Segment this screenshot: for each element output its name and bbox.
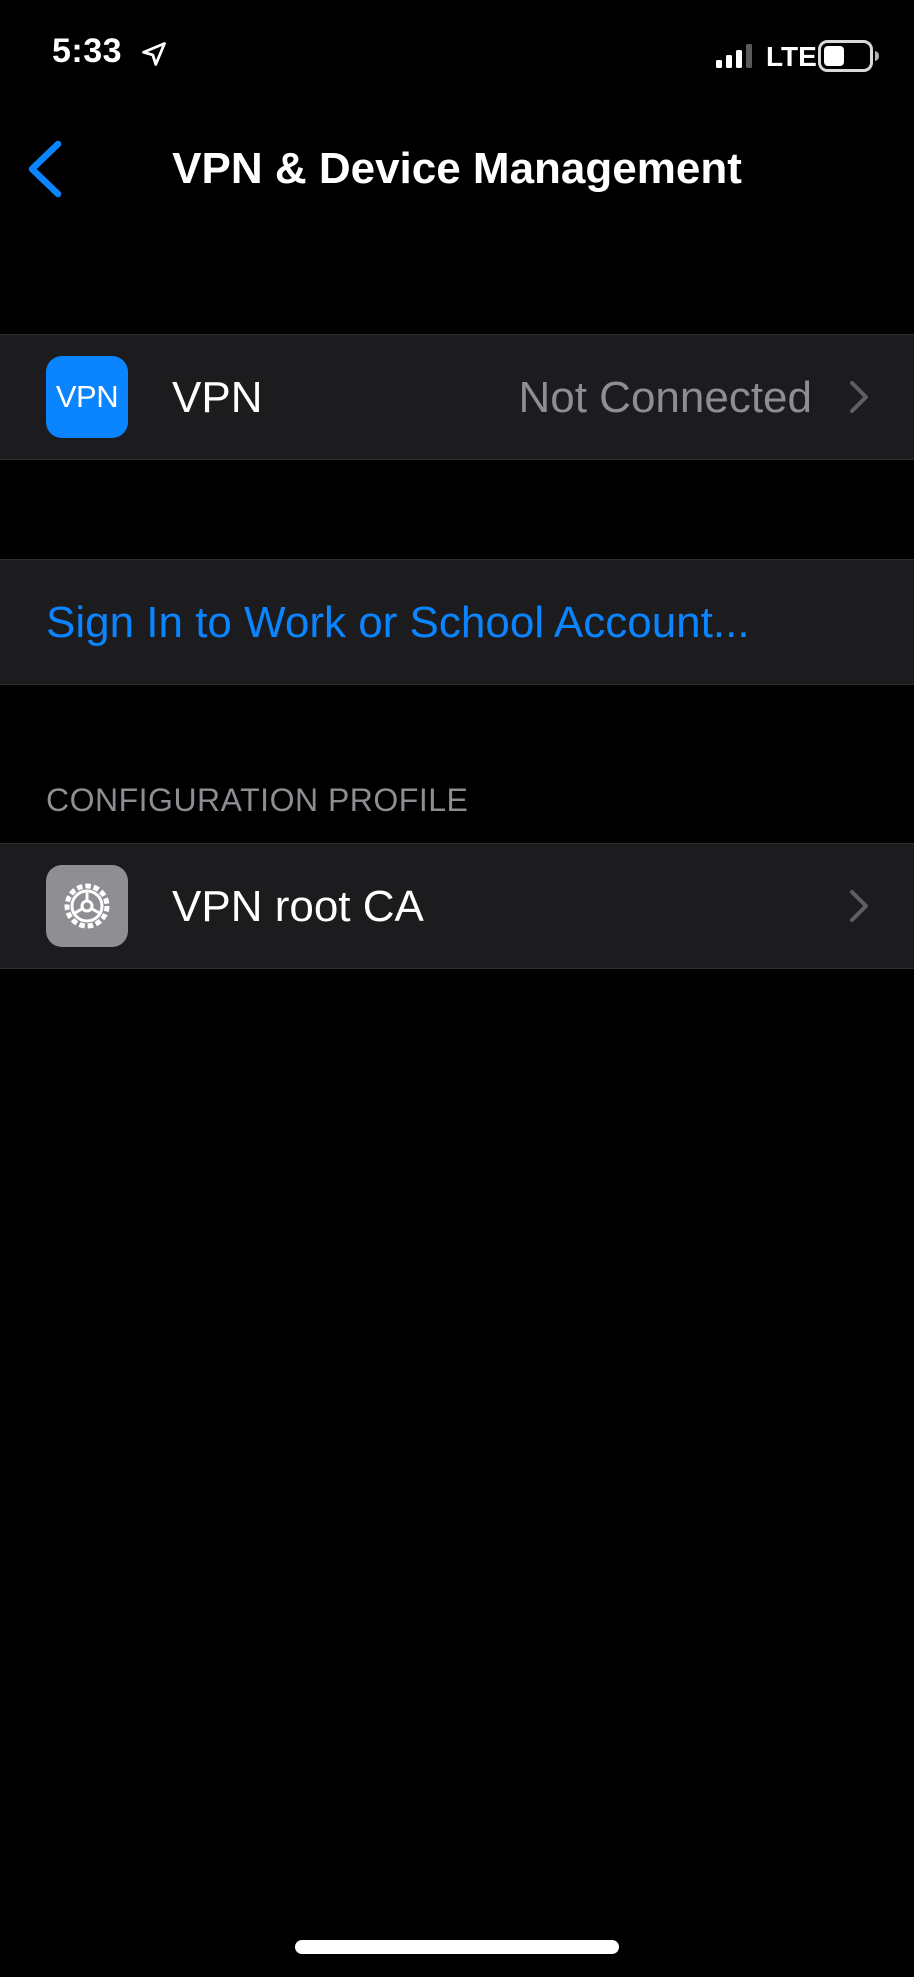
signal-bars-icon: [716, 44, 752, 68]
vpn-row[interactable]: VPN VPN Not Connected: [0, 335, 914, 459]
configuration-profile-group: VPN root CA: [0, 843, 914, 969]
page-title: VPN & Device Management: [172, 144, 742, 193]
profile-row-label: VPN root CA: [172, 882, 424, 931]
profile-row[interactable]: VPN root CA: [0, 844, 914, 968]
configuration-profile-header: CONFIGURATION PROFILE: [46, 782, 469, 818]
battery-icon: [818, 40, 879, 72]
vpn-status-value: Not Connected: [518, 373, 812, 422]
settings-gear-icon: [64, 883, 110, 929]
sign-in-account-row[interactable]: Sign In to Work or School Account...: [0, 560, 914, 684]
location-arrow-icon: [142, 42, 166, 66]
status-bar: 5:33 LTE: [0, 0, 914, 110]
vpn-app-icon: VPN: [46, 356, 128, 438]
chevron-right-icon: [850, 381, 868, 413]
status-time: 5:33: [52, 32, 123, 70]
chevron-right-icon: [850, 890, 868, 922]
account-group: Sign In to Work or School Account...: [0, 559, 914, 685]
navigation-bar: VPN & Device Management: [0, 110, 914, 230]
settings-app-icon: [46, 865, 128, 947]
home-indicator[interactable]: [295, 1940, 619, 1954]
vpn-row-label: VPN: [172, 373, 263, 422]
vpn-icon-text: VPN: [55, 379, 119, 414]
vpn-group: VPN VPN Not Connected: [0, 334, 914, 460]
sign-in-account-link[interactable]: Sign In to Work or School Account...: [46, 598, 750, 648]
network-type-label: LTE: [766, 41, 817, 72]
